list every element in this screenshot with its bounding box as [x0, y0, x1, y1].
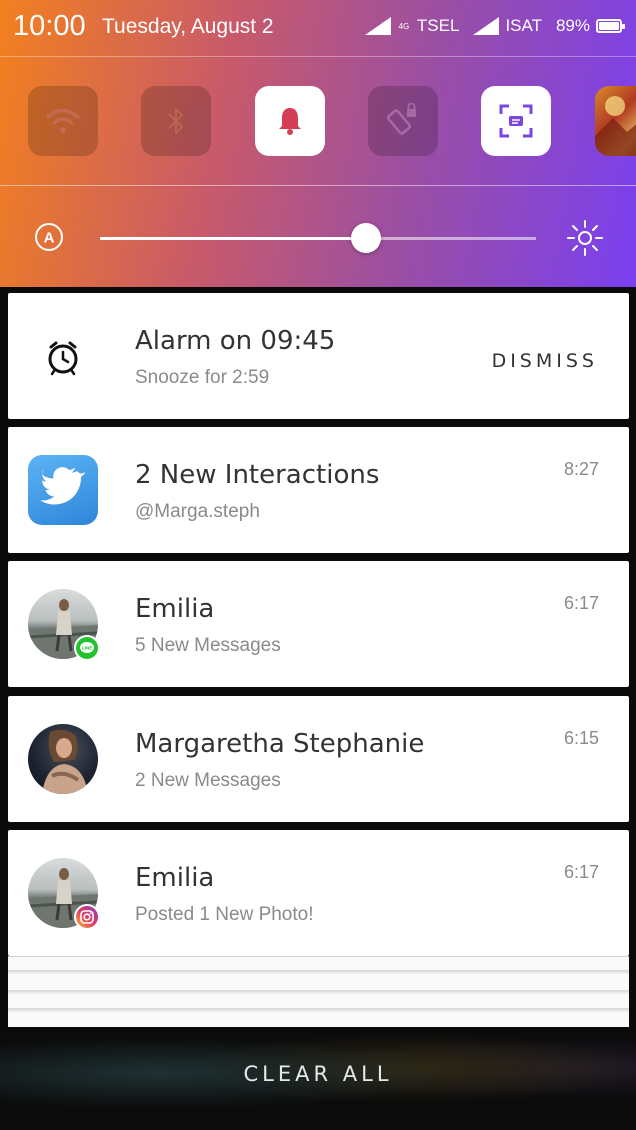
rotation-lock-icon: [386, 103, 416, 135]
carrier2: ISAT: [505, 16, 542, 35]
notification-subtitle: Posted 1 New Photo!: [135, 904, 314, 925]
carrier1: TSEL: [416, 16, 460, 35]
clear-all-button[interactable]: CLEAR ALL: [0, 1062, 636, 1086]
notification-time: 8:27: [563, 459, 599, 479]
notification-subtitle: Snooze for 2:59: [135, 367, 270, 388]
alarm-clock-icon: [48, 341, 78, 376]
status-bar: 10:00 Tuesday, August 2 4G TSEL ISAT 89%: [0, 0, 636, 56]
brightness-control: A: [0, 205, 636, 271]
bluetooth-icon: [168, 108, 183, 134]
avatar-container: [28, 724, 98, 794]
twitter-app-icon: [28, 455, 98, 525]
quick-settings-panel: 10:00 Tuesday, August 2 4G TSEL ISAT 89%: [0, 0, 636, 287]
brightness-thumb[interactable]: [351, 223, 381, 253]
auto-brightness-label: A: [44, 230, 55, 247]
thumbnail-image: [595, 96, 636, 156]
notification-margaretha[interactable]: Margaretha Stephanie 2 New Messages 6:15: [8, 696, 629, 822]
instagram-icon: [74, 904, 100, 930]
notification-line-emilia[interactable]: LINE Emilia 5 New Messages 6:17: [8, 561, 629, 687]
notification-time: 6:15: [563, 728, 599, 748]
twitter-icon: [40, 467, 86, 505]
avatar-container: LINE: [28, 589, 100, 661]
avatar-margaretha: [42, 729, 88, 794]
signal-icon: [473, 17, 500, 35]
notification-twitter[interactable]: 2 New Interactions @Marga.steph 8:27: [8, 427, 629, 553]
divider: [0, 56, 636, 57]
notification-instagram-emilia[interactable]: Emilia Posted 1 New Photo! 6:17: [8, 830, 629, 956]
divider: [0, 185, 636, 186]
rotation-lock-toggle[interactable]: [368, 86, 438, 156]
brightness-sun-icon: [567, 220, 603, 256]
signal-icon: [364, 17, 391, 35]
notification-alarm[interactable]: Alarm on 09:45 Snooze for 2:59 DISMISS: [8, 293, 629, 419]
dismiss-button[interactable]: DISMISS: [492, 350, 598, 372]
battery-percent: 89%: [555, 16, 590, 35]
bell-icon: [279, 108, 301, 135]
notification-time: 6:17: [563, 862, 599, 882]
wifi-icon: [46, 108, 80, 133]
notification-title: Emilia: [135, 863, 215, 893]
status-icons: 4G TSEL ISAT 89%: [364, 16, 625, 36]
auto-brightness-icon[interactable]: A: [34, 222, 64, 252]
notification-title: Alarm on 09:45: [135, 326, 336, 356]
screenshot-icon: [499, 104, 533, 138]
notification-subtitle: @Marga.steph: [135, 501, 260, 522]
notification-subtitle: 2 New Messages: [135, 770, 281, 791]
thumbnail-tile[interactable]: [595, 86, 636, 156]
quick-tiles: [0, 86, 636, 158]
date: Tuesday, August 2: [102, 15, 274, 38]
brightness-fill: [100, 237, 366, 240]
notification-time: 6:17: [563, 593, 599, 613]
screenshot-toggle[interactable]: [481, 86, 551, 156]
bluetooth-toggle[interactable]: [141, 86, 211, 156]
network-type: 4G: [398, 21, 410, 31]
notification-title: 2 New Interactions: [135, 460, 380, 490]
battery-icon: [596, 19, 625, 33]
collapsed-notification-stack[interactable]: [8, 956, 629, 1027]
notification-subtitle: 5 New Messages: [135, 635, 281, 656]
sound-toggle[interactable]: [255, 86, 325, 156]
avatar: [28, 724, 98, 794]
avatar-container: [28, 858, 100, 930]
notification-title: Emilia: [135, 594, 215, 624]
line-icon: LINE: [74, 635, 100, 661]
notification-title: Margaretha Stephanie: [135, 729, 425, 759]
clock: 10:00: [13, 10, 86, 42]
wifi-toggle[interactable]: [28, 86, 98, 156]
svg-text:LINE: LINE: [82, 646, 92, 651]
